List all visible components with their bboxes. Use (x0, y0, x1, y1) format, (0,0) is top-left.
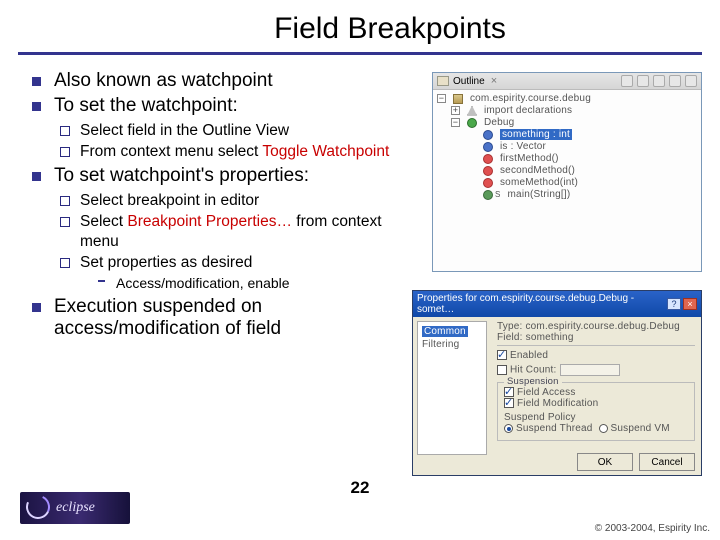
emphasis-toggle: Toggle Watchpoint (262, 143, 389, 160)
bullet-execution-suspended: Execution suspended on access/modificati… (32, 296, 397, 340)
logo-text: eclipse (56, 500, 95, 516)
sub-breakpoint-properties: Select Breakpoint Properties… from conte… (60, 212, 397, 251)
ok-button[interactable]: OK (577, 453, 633, 471)
properties-categories: Common Filtering (417, 321, 487, 455)
import-icon (467, 106, 477, 116)
outline-tree: − com.espirity.course.debug + import dec… (433, 90, 701, 203)
dialog-titlebar[interactable]: Properties for com.espirity.course.debug… (413, 291, 701, 317)
cancel-button[interactable]: Cancel (639, 453, 695, 471)
bullet-list: Also known as watchpoint To set the watc… (32, 70, 397, 340)
suspend-thread-radio[interactable] (504, 424, 513, 433)
type-label: Type: (497, 321, 522, 332)
suspension-group: Suspension Field Access Field Modificati… (497, 382, 695, 441)
class-icon (467, 118, 477, 128)
sort-icon[interactable] (621, 75, 633, 87)
close-button[interactable]: × (683, 298, 697, 310)
bullet-alias: Also known as watchpoint (32, 70, 397, 92)
emphasis-properties: Breakpoint Properties… (127, 213, 292, 230)
copyright-text: © 2003-2004, Espirity Inc. (595, 523, 710, 534)
sub-toggle-watchpoint: From context menu select Toggle Watchpoi… (60, 142, 397, 161)
bullet-set-watchpoint: To set the watchpoint: Select field in t… (32, 95, 397, 162)
bullet-text: To set the watchpoint: (54, 95, 238, 116)
field-icon (483, 130, 493, 140)
outline-view: Outline × − com.espirity.course.debug + … (432, 72, 702, 272)
bullet-text: To set watchpoint's properties: (54, 165, 309, 186)
method-icon (483, 154, 493, 164)
tree-method[interactable]: firstMethod() (500, 153, 559, 164)
tree-package[interactable]: com.espirity.course.debug (470, 93, 591, 104)
static-badge: S (495, 190, 501, 199)
slide: Field Breakpoints Also known as watchpoi… (0, 0, 720, 540)
close-icon[interactable]: × (491, 75, 497, 87)
field-modification-label: Field Modification (517, 398, 598, 409)
suspend-policy-label: Suspend Policy (504, 412, 576, 423)
enabled-label: Enabled (510, 350, 548, 361)
collapse-icon[interactable]: − (451, 118, 460, 127)
menu-icon[interactable] (685, 75, 697, 87)
eclipse-ring-icon (23, 492, 54, 523)
eclipse-logo: eclipse (20, 492, 130, 524)
outline-tab[interactable]: Outline × (433, 73, 701, 90)
sub-select-breakpoint: Select breakpoint in editor (60, 191, 397, 210)
field-modification-checkbox[interactable] (504, 398, 514, 408)
hitcount-field[interactable] (560, 364, 620, 376)
method-icon (483, 178, 493, 188)
page-number: 22 (351, 478, 370, 498)
enabled-checkbox[interactable] (497, 350, 507, 360)
hitcount-checkbox[interactable] (497, 365, 507, 375)
sub-set-properties: Set properties as desired Access/modific… (60, 253, 397, 293)
static-method-icon (483, 190, 493, 200)
title-area: Field Breakpoints (0, 0, 720, 55)
hitcount-label: Hit Count: (510, 365, 556, 376)
hide-fields-icon[interactable] (637, 75, 649, 87)
outline-tab-label: Outline (453, 76, 485, 87)
category-common[interactable]: Common (422, 326, 468, 337)
properties-dialog: Properties for com.espirity.course.debug… (412, 290, 702, 476)
tree-field-selected[interactable]: something : int (500, 129, 572, 140)
title-underline (18, 52, 702, 55)
method-icon (483, 166, 493, 176)
suspend-vm-label: Suspend VM (611, 423, 670, 434)
outline-icon (437, 76, 449, 86)
dialog-title: Properties for com.espirity.course.debug… (417, 293, 667, 315)
field-value: something (526, 332, 574, 343)
help-button[interactable]: ? (667, 298, 681, 310)
field-icon (483, 142, 493, 152)
field-access-label: Field Access (517, 387, 576, 398)
tree-method[interactable]: main(String[]) (508, 189, 571, 200)
bullet-set-properties: To set watchpoint's properties: Select b… (32, 165, 397, 293)
expand-icon[interactable]: + (451, 106, 460, 115)
subsub-access-mod: Access/modification, enable (98, 275, 397, 293)
sub-select-field: Select field in the Outline View (60, 121, 397, 140)
tree-imports[interactable]: import declarations (484, 105, 572, 116)
category-filtering[interactable]: Filtering (422, 339, 459, 350)
properties-panel: Type: com.espirity.course.debug.Debug Fi… (491, 317, 701, 459)
tree-method[interactable]: someMethod(int) (500, 177, 578, 188)
type-value: com.espirity.course.debug.Debug (525, 321, 679, 332)
field-label: Field: (497, 332, 523, 343)
slide-title: Field Breakpoints (0, 12, 720, 46)
tree-method[interactable]: secondMethod() (500, 165, 575, 176)
suspend-thread-label: Suspend Thread (516, 423, 593, 434)
hide-nonpublic-icon[interactable] (669, 75, 681, 87)
tree-field[interactable]: is : Vector (500, 141, 546, 152)
hide-static-icon[interactable] (653, 75, 665, 87)
suspend-vm-radio[interactable] (599, 424, 608, 433)
outline-toolbar (621, 75, 697, 87)
package-icon (453, 94, 463, 104)
tree-class[interactable]: Debug (484, 117, 514, 128)
collapse-icon[interactable]: − (437, 94, 446, 103)
